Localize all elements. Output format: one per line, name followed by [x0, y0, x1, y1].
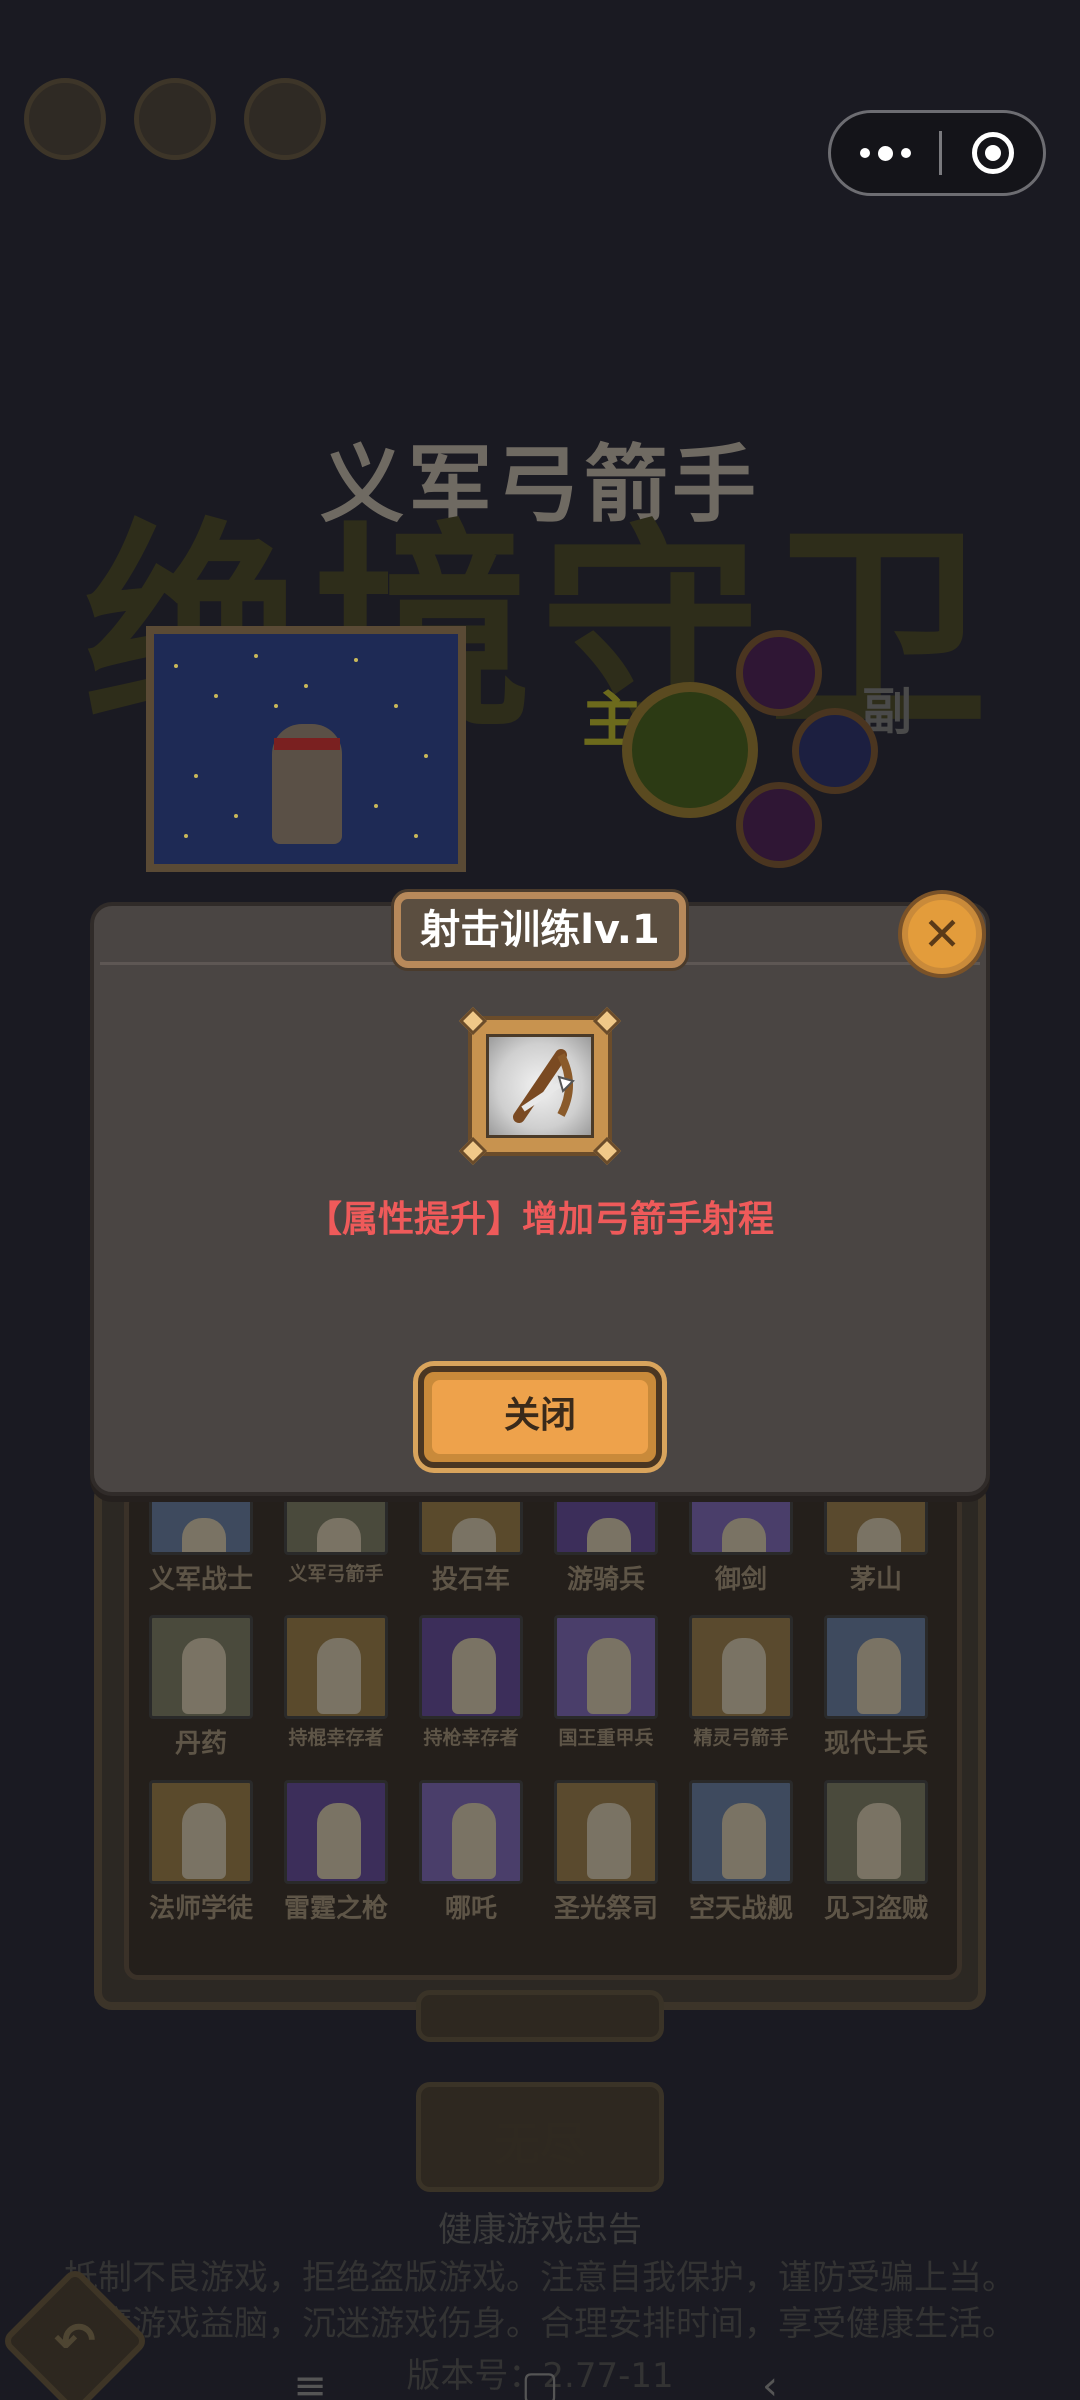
skill-description: 【属性提升】增加弓箭手射程: [305, 1199, 774, 1240]
game-screen: 义军弓箭手 绝境守卫 主 副 义军战士 义军弓箭手 投石车 游骑兵 御剑 茅山 丹药 持棍幸存…: [0, 0, 1080, 2400]
close-button[interactable]: 关闭: [418, 1366, 662, 1468]
bow-arrow-icon: [486, 1034, 594, 1138]
dialog-title: 射击训练lv.1: [394, 892, 686, 968]
close-icon[interactable]: ✕: [902, 894, 982, 974]
skill-icon-frame: [458, 1006, 622, 1166]
close-button-label: 关闭: [432, 1380, 648, 1454]
